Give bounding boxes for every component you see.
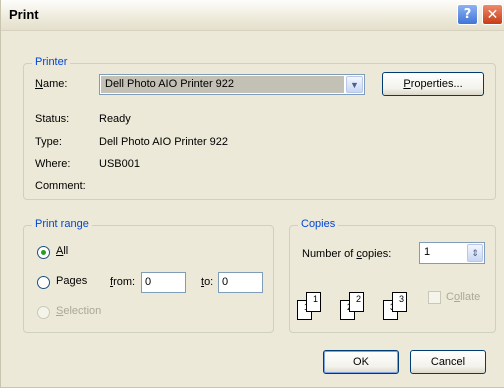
selection-radio[interactable] xyxy=(37,306,50,319)
help-button[interactable]: ? xyxy=(457,4,478,25)
selection-label[interactable]: Selection xyxy=(56,305,101,317)
comment-label: Comment: xyxy=(35,180,86,192)
to-page-input[interactable]: 0 xyxy=(218,272,263,293)
type-label: Type: xyxy=(35,136,62,148)
pages-radio[interactable] xyxy=(37,276,50,289)
ok-button[interactable]: OK xyxy=(323,350,399,374)
printer-name-dropdown[interactable]: Dell Photo AIO Printer 922 ▼ xyxy=(99,74,365,95)
copies-value: 1 xyxy=(424,246,431,258)
properties-button[interactable]: Properties... xyxy=(382,72,484,96)
close-button[interactable]: ✕ xyxy=(482,4,503,25)
number-of-copies-label: Number of copies: xyxy=(302,248,392,260)
printer-group-label: Printer xyxy=(32,56,71,68)
where-value: USB001 xyxy=(99,158,140,170)
help-icon: ? xyxy=(463,7,472,22)
status-label: Status: xyxy=(35,113,70,125)
pages-label[interactable]: Pages xyxy=(56,275,87,287)
title-bar[interactable]: Print ? ✕ xyxy=(1,0,504,31)
type-value: Dell Photo AIO Printer 922 xyxy=(99,136,229,148)
print-dialog: Print ? ✕ Printer Name: Dell Photo AIO P… xyxy=(0,0,504,388)
spin-up-down-icon[interactable]: ⇕ xyxy=(467,244,483,262)
to-label: to: xyxy=(201,276,214,288)
where-label: Where: xyxy=(35,158,71,170)
print-range-group-label: Print range xyxy=(32,218,92,230)
all-pages-radio[interactable] xyxy=(37,246,50,259)
printer-name-label: Name: xyxy=(35,78,68,90)
from-page-input[interactable]: 0 xyxy=(141,272,186,293)
from-label: from: xyxy=(110,276,136,288)
collate-pages-icon: 1 1 2 2 3 3 xyxy=(297,284,421,320)
chevron-down-icon[interactable]: ▼ xyxy=(346,76,363,93)
all-pages-label[interactable]: All xyxy=(56,245,68,257)
status-value: Ready xyxy=(99,113,131,125)
collate-checkbox[interactable] xyxy=(428,291,441,304)
copies-group-label: Copies xyxy=(298,218,339,230)
cancel-button[interactable]: Cancel xyxy=(410,350,486,374)
close-icon: ✕ xyxy=(486,6,499,23)
collate-label[interactable]: Collate xyxy=(446,291,480,303)
copies-spinbox[interactable]: 1 ⇕ xyxy=(419,242,485,264)
dialog-title: Print xyxy=(9,7,39,22)
printer-name-value: Dell Photo AIO Printer 922 xyxy=(101,76,344,93)
